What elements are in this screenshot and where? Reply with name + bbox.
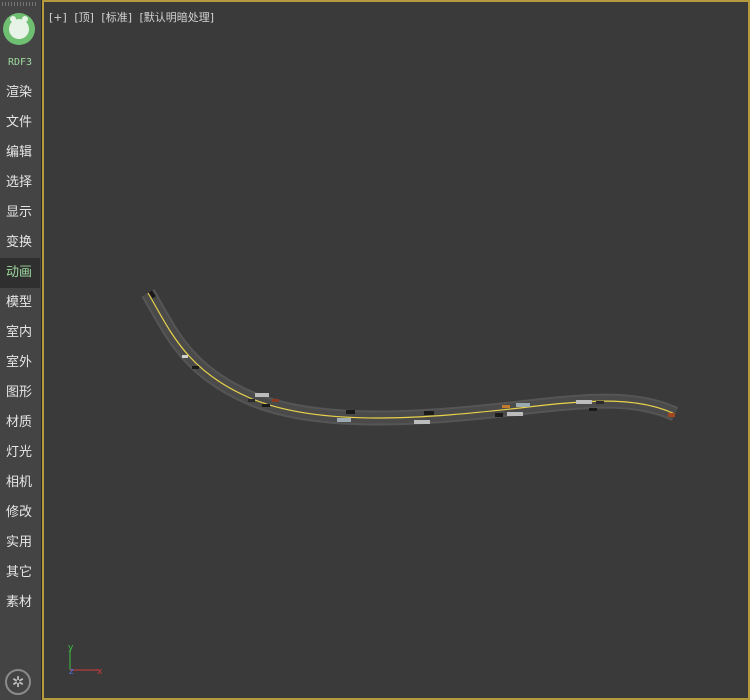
vehicle (346, 410, 355, 414)
vehicle (248, 399, 255, 402)
menu-item-file[interactable]: 文件 (0, 108, 40, 138)
toolbar-grip-handle[interactable] (2, 2, 38, 6)
vehicle (596, 401, 604, 404)
vehicle (516, 403, 530, 407)
menu-item-display[interactable]: 显示 (0, 198, 40, 228)
menu-item-exterior[interactable]: 室外 (0, 348, 40, 378)
menu-item-edit[interactable]: 编辑 (0, 138, 40, 168)
menu-item-animation[interactable]: 动画 (0, 258, 40, 288)
menu-item-model[interactable]: 模型 (0, 288, 40, 318)
left-toolbar: RDF3 渲染 文件 编辑 选择 显示 变换 动画 模型 室内 室外 图形 材质… (0, 0, 42, 700)
category-menu: 渲染 文件 编辑 选择 显示 变换 动画 模型 室内 室外 图形 材质 灯光 相… (0, 78, 40, 618)
top-viewport[interactable]: [+] [顶] [标准] [默认明暗处理] y z x (42, 0, 750, 700)
plugin-logo-icon[interactable] (3, 13, 35, 45)
vehicle (424, 411, 434, 415)
vehicles (148, 290, 675, 424)
menu-item-materials[interactable]: 材质 (0, 408, 40, 438)
vehicle (576, 400, 592, 404)
menu-item-transform[interactable]: 变换 (0, 228, 40, 258)
menu-item-assets[interactable]: 素材 (0, 588, 40, 618)
plugin-brand: RDF3 (7, 57, 33, 68)
vehicle (337, 418, 351, 422)
menu-item-modify[interactable]: 修改 (0, 498, 40, 528)
road-edge (143, 290, 678, 424)
menu-item-interior[interactable]: 室内 (0, 318, 40, 348)
vehicle (182, 355, 188, 358)
settings-gear-icon[interactable]: ✲ (5, 669, 31, 695)
axis-gizmo-icon: y z x (68, 643, 103, 677)
vehicle (507, 412, 523, 416)
menu-item-lights[interactable]: 灯光 (0, 438, 40, 468)
gizmo-y-label: y (68, 643, 74, 653)
menu-item-camera[interactable]: 相机 (0, 468, 40, 498)
vehicle (192, 366, 199, 369)
menu-item-render[interactable]: 渲染 (0, 78, 40, 108)
vehicle (668, 413, 675, 417)
vehicle (272, 399, 279, 402)
vehicle (589, 408, 597, 411)
menu-item-other[interactable]: 其它 (0, 558, 40, 588)
gizmo-z-label: z (69, 667, 74, 677)
vehicle (262, 404, 270, 407)
vehicle (502, 405, 510, 408)
menu-item-select[interactable]: 选择 (0, 168, 40, 198)
gizmo-x-label: x (97, 667, 103, 677)
vehicle (495, 413, 503, 417)
menu-item-shapes[interactable]: 图形 (0, 378, 40, 408)
vehicle (414, 420, 430, 424)
vehicle (255, 393, 269, 397)
menu-item-utilities[interactable]: 实用 (0, 528, 40, 558)
road-scene[interactable] (42, 0, 750, 700)
